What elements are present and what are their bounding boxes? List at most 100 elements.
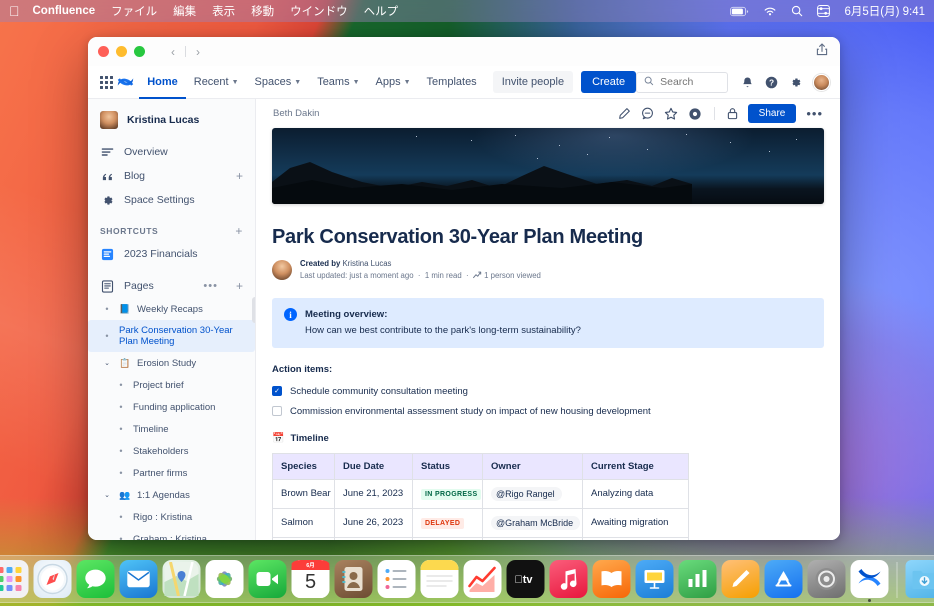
sidebar-shortcut-2023-financials[interactable]: 2023 Financials bbox=[88, 242, 255, 266]
nav-link-teams[interactable]: Teams▼ bbox=[309, 66, 367, 99]
menubar-item-window[interactable]: ウインドウ bbox=[290, 3, 348, 19]
search-box[interactable] bbox=[636, 72, 728, 93]
pages-more-icon[interactable]: ••• bbox=[203, 281, 218, 292]
dock-item-keynote[interactable] bbox=[636, 560, 674, 598]
dock-item-reminders[interactable] bbox=[378, 560, 416, 598]
sidebar-tree-item[interactable]: •Timeline bbox=[88, 418, 255, 440]
column-due-date[interactable]: Due Date bbox=[335, 453, 413, 479]
dock-item-numbers[interactable] bbox=[679, 560, 717, 598]
dock-item-notes[interactable] bbox=[421, 560, 459, 598]
action-item-row[interactable]: Commission environmental assessment stud… bbox=[272, 406, 824, 417]
menubar-item-edit[interactable]: 編集 bbox=[173, 3, 196, 19]
notifications-bell-icon[interactable] bbox=[741, 76, 754, 89]
chevron-down-icon[interactable]: ⌄ bbox=[102, 359, 112, 367]
menubar-item-help[interactable]: ヘルプ bbox=[364, 3, 399, 19]
action-item-checkbox-unchecked[interactable] bbox=[272, 406, 282, 416]
dock-item-safari[interactable] bbox=[34, 560, 72, 598]
dock-item-pages[interactable] bbox=[722, 560, 760, 598]
menubar-app-name[interactable]: Confluence bbox=[33, 5, 96, 17]
author-name[interactable]: Kristina Lucas bbox=[342, 259, 391, 268]
dock-item-books[interactable] bbox=[593, 560, 631, 598]
control-center-icon[interactable] bbox=[817, 5, 830, 17]
wifi-icon[interactable] bbox=[763, 6, 777, 17]
apple-logo-icon[interactable]:  bbox=[9, 4, 20, 18]
chevron-down-icon[interactable]: ⌄ bbox=[102, 491, 112, 499]
sidebar-tree-item[interactable]: •Stakeholders bbox=[88, 440, 255, 462]
column-owner[interactable]: Owner bbox=[483, 453, 583, 479]
user-mention[interactable]: @Rigo Rangel bbox=[491, 487, 562, 501]
dock-item-downloads[interactable] bbox=[906, 560, 934, 598]
sidebar-tree-item[interactable]: •Graham : Kristina bbox=[88, 528, 255, 540]
dock-item-confluence[interactable] bbox=[851, 560, 889, 598]
star-icon[interactable] bbox=[664, 107, 678, 121]
watch-eye-icon[interactable] bbox=[688, 107, 702, 121]
column-current-stage[interactable]: Current Stage bbox=[583, 453, 689, 479]
battery-icon[interactable] bbox=[730, 6, 749, 17]
settings-gear-icon[interactable] bbox=[789, 76, 802, 89]
column-status[interactable]: Status bbox=[413, 453, 483, 479]
dock-item-stocks[interactable] bbox=[464, 560, 502, 598]
dock-item-photos[interactable] bbox=[206, 560, 244, 598]
add-shortcut-icon[interactable]: + bbox=[235, 224, 243, 238]
comment-icon[interactable] bbox=[641, 107, 654, 120]
menubar-item-file[interactable]: ファイル bbox=[111, 3, 157, 19]
window-zoom-button[interactable] bbox=[134, 46, 145, 57]
action-item-row[interactable]: ✓ Schedule community consultation meetin… bbox=[272, 386, 824, 397]
add-page-icon[interactable]: + bbox=[236, 280, 243, 292]
dock-item-contacts[interactable] bbox=[335, 560, 373, 598]
action-item-checkbox-checked[interactable]: ✓ bbox=[272, 386, 282, 396]
view-count[interactable]: 1 person viewed bbox=[484, 271, 541, 280]
nav-link-apps[interactable]: Apps▼ bbox=[368, 66, 419, 99]
dock-item-facetime[interactable] bbox=[249, 560, 287, 598]
dock-item-appletv[interactable]: tv bbox=[507, 560, 545, 598]
share-button[interactable]: Share bbox=[748, 104, 797, 123]
menubar-item-go[interactable]: 移動 bbox=[251, 3, 274, 19]
dock-item-maps[interactable] bbox=[163, 560, 201, 598]
app-switcher-icon[interactable] bbox=[98, 71, 115, 93]
nav-link-spaces[interactable]: Spaces▼ bbox=[247, 66, 310, 99]
dock-item-system-settings[interactable] bbox=[808, 560, 846, 598]
confluence-logo-icon[interactable] bbox=[115, 71, 135, 93]
menubar-clock[interactable]: 6月5日(月) 9:41 bbox=[844, 3, 925, 19]
add-blog-icon[interactable]: + bbox=[236, 170, 243, 182]
dock-item-calendar[interactable]: 6月 5 bbox=[292, 560, 330, 598]
window-minimize-button[interactable] bbox=[116, 46, 127, 57]
breadcrumb[interactable]: Beth Dakin bbox=[273, 108, 319, 119]
sidebar-tree-item[interactable]: •📘Weekly Recaps bbox=[88, 298, 255, 320]
window-close-button[interactable] bbox=[98, 46, 109, 57]
invite-people-button[interactable]: Invite people bbox=[493, 71, 573, 93]
sidebar-tree-item[interactable]: •Funding application bbox=[88, 396, 255, 418]
back-button[interactable]: ‹ bbox=[163, 42, 183, 62]
sidebar-tree-item[interactable]: •Project brief bbox=[88, 374, 255, 396]
dock-item-music[interactable] bbox=[550, 560, 588, 598]
help-icon[interactable]: ? bbox=[765, 76, 778, 89]
edit-pencil-icon[interactable] bbox=[618, 107, 631, 120]
dock-item-messages[interactable] bbox=[77, 560, 115, 598]
sidebar-space-header[interactable]: Kristina Lucas bbox=[88, 107, 255, 140]
column-species[interactable]: Species bbox=[273, 453, 335, 479]
more-actions-button[interactable]: ••• bbox=[806, 107, 823, 120]
nav-link-templates[interactable]: Templates bbox=[419, 66, 485, 99]
search-input[interactable] bbox=[660, 76, 720, 88]
dock-item-appstore[interactable] bbox=[765, 560, 803, 598]
sidebar-tree-item[interactable]: •Rigo : Kristina bbox=[88, 506, 255, 528]
forward-button[interactable]: › bbox=[188, 42, 208, 62]
sidebar-tree-item[interactable]: ⌄📋Erosion Study bbox=[88, 352, 255, 374]
lock-icon[interactable] bbox=[727, 107, 738, 120]
sidebar-tree-item[interactable]: ⌄👥1:1 Agendas bbox=[88, 484, 255, 506]
user-mention[interactable]: @Graham McBride bbox=[491, 516, 580, 530]
sidebar-item-space-settings[interactable]: Space Settings bbox=[88, 188, 255, 212]
sidebar-tree-item[interactable]: •Park Conservation 30-Year Plan Meeting bbox=[88, 320, 255, 352]
sidebar-tree-item[interactable]: •Partner firms bbox=[88, 462, 255, 484]
share-icon[interactable] bbox=[816, 43, 828, 61]
create-button[interactable]: Create bbox=[581, 71, 636, 93]
spotlight-search-icon[interactable] bbox=[791, 5, 803, 17]
menubar-item-view[interactable]: 表示 bbox=[212, 3, 235, 19]
sidebar-item-blog[interactable]: Blog + bbox=[88, 164, 255, 188]
sidebar-pages-header[interactable]: Pages ••• + bbox=[88, 274, 255, 298]
user-avatar[interactable] bbox=[813, 74, 830, 91]
nav-link-home[interactable]: Home bbox=[139, 66, 186, 99]
dock-item-mail[interactable] bbox=[120, 560, 158, 598]
nav-link-recent[interactable]: Recent▼ bbox=[186, 66, 247, 99]
dock-item-launchpad[interactable] bbox=[0, 560, 29, 598]
